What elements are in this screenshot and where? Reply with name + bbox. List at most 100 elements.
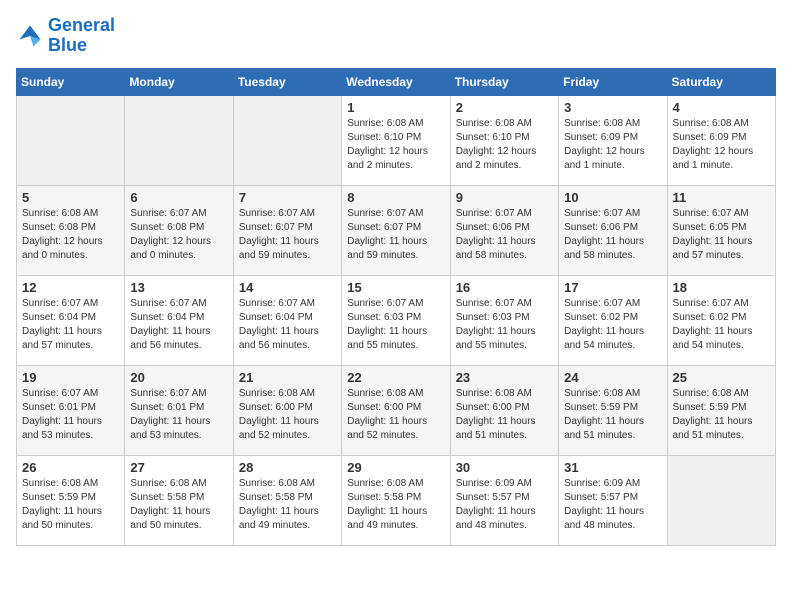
day-info: Sunrise: 6:08 AM Sunset: 6:09 PM Dayligh… xyxy=(564,117,661,173)
day-info: Sunrise: 6:08 AM Sunset: 5:58 PM Dayligh… xyxy=(130,477,227,533)
calendar-day-cell: 9 Sunrise: 6:07 AM Sunset: 6:06 PM Daylig… xyxy=(450,185,558,275)
calendar-day-cell xyxy=(233,95,341,185)
calendar-header-row: SundayMondayTuesdayWednesdayThursdayFrid… xyxy=(17,68,776,95)
day-number: 2 xyxy=(456,100,553,115)
calendar-day-cell: 16 Sunrise: 6:07 AM Sunset: 6:03 PM Dayli… xyxy=(450,275,558,365)
day-number: 11 xyxy=(673,190,770,205)
calendar-day-cell: 19 Sunrise: 6:07 AM Sunset: 6:01 PM Dayli… xyxy=(17,365,125,455)
calendar-table: SundayMondayTuesdayWednesdayThursdayFrid… xyxy=(16,68,776,546)
calendar-day-cell: 29 Sunrise: 6:08 AM Sunset: 5:58 PM Dayli… xyxy=(342,455,450,545)
day-info: Sunrise: 6:08 AM Sunset: 6:00 PM Dayligh… xyxy=(239,387,336,443)
day-info: Sunrise: 6:07 AM Sunset: 6:02 PM Dayligh… xyxy=(564,297,661,353)
calendar-day-cell: 27 Sunrise: 6:08 AM Sunset: 5:58 PM Dayli… xyxy=(125,455,233,545)
calendar-week-row: 12 Sunrise: 6:07 AM Sunset: 6:04 PM Dayli… xyxy=(17,275,776,365)
day-number: 26 xyxy=(22,460,119,475)
day-number: 16 xyxy=(456,280,553,295)
day-number: 10 xyxy=(564,190,661,205)
logo-general: General xyxy=(48,15,115,35)
day-number: 23 xyxy=(456,370,553,385)
calendar-day-cell: 30 Sunrise: 6:09 AM Sunset: 5:57 PM Dayli… xyxy=(450,455,558,545)
day-info: Sunrise: 6:08 AM Sunset: 6:08 PM Dayligh… xyxy=(22,207,119,263)
weekday-header: Sunday xyxy=(17,68,125,95)
day-number: 19 xyxy=(22,370,119,385)
calendar-day-cell: 6 Sunrise: 6:07 AM Sunset: 6:08 PM Daylig… xyxy=(125,185,233,275)
day-info: Sunrise: 6:07 AM Sunset: 6:05 PM Dayligh… xyxy=(673,207,770,263)
day-number: 24 xyxy=(564,370,661,385)
day-number: 22 xyxy=(347,370,444,385)
calendar-week-row: 5Sunrise: 6:08 AM Sunset: 6:08 PM Daylig… xyxy=(17,185,776,275)
calendar-day-cell: 7Sunrise: 6:07 AM Sunset: 6:07 PM Daylig… xyxy=(233,185,341,275)
day-info: Sunrise: 6:07 AM Sunset: 6:03 PM Dayligh… xyxy=(347,297,444,353)
day-info: Sunrise: 6:07 AM Sunset: 6:03 PM Dayligh… xyxy=(456,297,553,353)
calendar-day-cell: 14Sunrise: 6:07 AM Sunset: 6:04 PM Dayli… xyxy=(233,275,341,365)
day-info: Sunrise: 6:07 AM Sunset: 6:02 PM Dayligh… xyxy=(673,297,770,353)
calendar-day-cell: 21 Sunrise: 6:08 AM Sunset: 6:00 PM Dayli… xyxy=(233,365,341,455)
day-number: 27 xyxy=(130,460,227,475)
weekday-header: Saturday xyxy=(667,68,775,95)
day-number: 30 xyxy=(456,460,553,475)
day-info: Sunrise: 6:09 AM Sunset: 5:57 PM Dayligh… xyxy=(456,477,553,533)
day-number: 17 xyxy=(564,280,661,295)
day-info: Sunrise: 6:08 AM Sunset: 6:10 PM Dayligh… xyxy=(456,117,553,173)
day-number: 29 xyxy=(347,460,444,475)
calendar-day-cell: 1 Sunrise: 6:08 AM Sunset: 6:10 PM Daylig… xyxy=(342,95,450,185)
day-number: 4 xyxy=(673,100,770,115)
calendar-day-cell: 3 Sunrise: 6:08 AM Sunset: 6:09 PM Daylig… xyxy=(559,95,667,185)
calendar-day-cell: 4 Sunrise: 6:08 AM Sunset: 6:09 PM Daylig… xyxy=(667,95,775,185)
calendar-day-cell: 17 Sunrise: 6:07 AM Sunset: 6:02 PM Dayli… xyxy=(559,275,667,365)
calendar-day-cell: 8 Sunrise: 6:07 AM Sunset: 6:07 PM Daylig… xyxy=(342,185,450,275)
day-number: 3 xyxy=(564,100,661,115)
calendar-day-cell xyxy=(125,95,233,185)
day-number: 12 xyxy=(22,280,119,295)
day-number: 6 xyxy=(130,190,227,205)
day-number: 1 xyxy=(347,100,444,115)
calendar-day-cell: 22Sunrise: 6:08 AM Sunset: 6:00 PM Dayli… xyxy=(342,365,450,455)
day-number: 15 xyxy=(347,280,444,295)
logo-blue: Blue xyxy=(48,35,87,55)
calendar-day-cell: 5Sunrise: 6:08 AM Sunset: 6:08 PM Daylig… xyxy=(17,185,125,275)
calendar-day-cell: 13 Sunrise: 6:07 AM Sunset: 6:04 PM Dayli… xyxy=(125,275,233,365)
day-info: Sunrise: 6:08 AM Sunset: 6:09 PM Dayligh… xyxy=(673,117,770,173)
calendar-day-cell: 31 Sunrise: 6:09 AM Sunset: 5:57 PM Dayli… xyxy=(559,455,667,545)
day-info: Sunrise: 6:07 AM Sunset: 6:07 PM Dayligh… xyxy=(239,207,336,263)
weekday-header: Tuesday xyxy=(233,68,341,95)
calendar-day-cell: 25Sunrise: 6:08 AM Sunset: 5:59 PM Dayli… xyxy=(667,365,775,455)
day-info: Sunrise: 6:07 AM Sunset: 6:04 PM Dayligh… xyxy=(130,297,227,353)
day-number: 20 xyxy=(130,370,227,385)
day-number: 28 xyxy=(239,460,336,475)
calendar-week-row: 26Sunrise: 6:08 AM Sunset: 5:59 PM Dayli… xyxy=(17,455,776,545)
day-info: Sunrise: 6:08 AM Sunset: 5:59 PM Dayligh… xyxy=(673,387,770,443)
calendar-day-cell: 18 Sunrise: 6:07 AM Sunset: 6:02 PM Dayli… xyxy=(667,275,775,365)
calendar-day-cell: 11 Sunrise: 6:07 AM Sunset: 6:05 PM Dayli… xyxy=(667,185,775,275)
day-number: 18 xyxy=(673,280,770,295)
day-info: Sunrise: 6:08 AM Sunset: 5:59 PM Dayligh… xyxy=(564,387,661,443)
day-info: Sunrise: 6:07 AM Sunset: 6:01 PM Dayligh… xyxy=(22,387,119,443)
calendar-day-cell: 28Sunrise: 6:08 AM Sunset: 5:58 PM Dayli… xyxy=(233,455,341,545)
calendar-day-cell: 24 Sunrise: 6:08 AM Sunset: 5:59 PM Dayli… xyxy=(559,365,667,455)
day-number: 31 xyxy=(564,460,661,475)
calendar-day-cell: 12Sunrise: 6:07 AM Sunset: 6:04 PM Dayli… xyxy=(17,275,125,365)
day-number: 21 xyxy=(239,370,336,385)
logo: General Blue xyxy=(16,16,115,56)
day-info: Sunrise: 6:08 AM Sunset: 6:10 PM Dayligh… xyxy=(347,117,444,173)
day-info: Sunrise: 6:09 AM Sunset: 5:57 PM Dayligh… xyxy=(564,477,661,533)
weekday-header: Wednesday xyxy=(342,68,450,95)
day-number: 13 xyxy=(130,280,227,295)
calendar-day-cell: 20 Sunrise: 6:07 AM Sunset: 6:01 PM Dayli… xyxy=(125,365,233,455)
calendar-day-cell: 15 Sunrise: 6:07 AM Sunset: 6:03 PM Dayli… xyxy=(342,275,450,365)
day-info: Sunrise: 6:08 AM Sunset: 5:58 PM Dayligh… xyxy=(347,477,444,533)
day-info: Sunrise: 6:07 AM Sunset: 6:01 PM Dayligh… xyxy=(130,387,227,443)
day-number: 14 xyxy=(239,280,336,295)
logo-icon xyxy=(16,22,44,50)
day-info: Sunrise: 6:07 AM Sunset: 6:07 PM Dayligh… xyxy=(347,207,444,263)
logo-text: General Blue xyxy=(48,16,115,56)
day-info: Sunrise: 6:07 AM Sunset: 6:06 PM Dayligh… xyxy=(564,207,661,263)
calendar-day-cell xyxy=(667,455,775,545)
day-info: Sunrise: 6:07 AM Sunset: 6:06 PM Dayligh… xyxy=(456,207,553,263)
calendar-day-cell xyxy=(17,95,125,185)
day-info: Sunrise: 6:07 AM Sunset: 6:08 PM Dayligh… xyxy=(130,207,227,263)
calendar-body: 1 Sunrise: 6:08 AM Sunset: 6:10 PM Daylig… xyxy=(17,95,776,545)
day-number: 9 xyxy=(456,190,553,205)
calendar-day-cell: 10 Sunrise: 6:07 AM Sunset: 6:06 PM Dayli… xyxy=(559,185,667,275)
day-number: 8 xyxy=(347,190,444,205)
